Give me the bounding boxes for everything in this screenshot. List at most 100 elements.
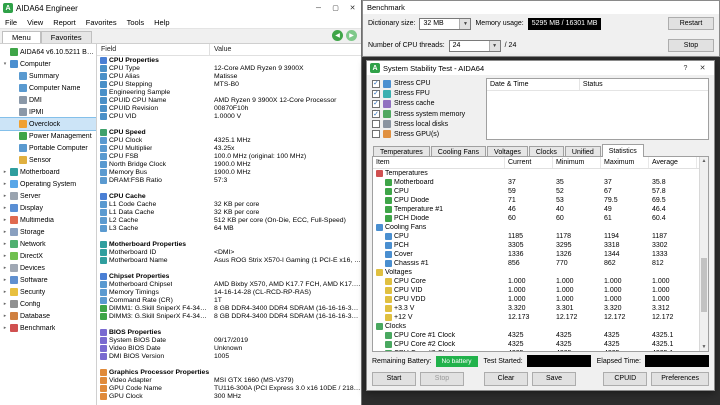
stress-option-stress-local-disks[interactable]: Stress local disks	[372, 120, 480, 129]
section-row[interactable]: CPU Speed	[97, 128, 361, 136]
tree-item-dmi[interactable]: DMI	[0, 94, 96, 106]
tree-item-computer-name[interactable]: Computer Name	[0, 82, 96, 94]
tree-item-database[interactable]: ▸ Database	[0, 310, 96, 322]
table-row[interactable]: DIMM1: G.Skill SniperX F4-3400C16-8GSXW 8…	[97, 304, 361, 312]
stress-option-stress-cpu[interactable]: ✓ Stress CPU	[372, 79, 480, 88]
table-row[interactable]: DIMM3: G.Skill SniperX F4-3400C16-8GSXW 8…	[97, 312, 361, 320]
table-row[interactable]: Engineering Sample	[97, 88, 361, 96]
preferences-button[interactable]: Preferences	[651, 371, 709, 386]
value-column-header[interactable]: Value	[210, 44, 361, 55]
stress-option-stress-gpu-s[interactable]: Stress GPU(s)	[372, 130, 480, 139]
tree-item-directx[interactable]: ▸ DirectX	[0, 250, 96, 262]
tree-item-storage[interactable]: ▸ Storage	[0, 226, 96, 238]
stats-row-cpu-vid[interactable]: CPU VID 1.000 1.000 1.000 1.000	[373, 286, 699, 295]
table-row[interactable]: CPUID Revision 00870F10h	[97, 104, 361, 112]
minimize-icon[interactable]: ─	[310, 0, 327, 16]
stats-row-cpu-core[interactable]: CPU Core 1.000 1.000 1.000 1.000	[373, 277, 699, 286]
section-row[interactable]: Graphics Processor Properties	[97, 368, 361, 376]
back-icon[interactable]: ◀	[332, 30, 343, 41]
tree-item-computer[interactable]: ▾ Computer	[0, 58, 96, 70]
help-icon[interactable]: ?	[677, 61, 694, 75]
section-row[interactable]: CPU Cache	[97, 192, 361, 200]
menu-view[interactable]: View	[22, 18, 48, 27]
table-row[interactable]: L2 Cache 512 KB per core (On-Die, ECC, Fu…	[97, 216, 361, 224]
table-row[interactable]: Memory Timings 14-16-14-28 (CL-RCD-RP-RAS…	[97, 288, 361, 296]
tree-item-security[interactable]: ▸ Security	[0, 286, 96, 298]
stats-group-voltages[interactable]: Voltages	[373, 268, 699, 277]
tree-item-multimedia[interactable]: ▸ Multimedia	[0, 214, 96, 226]
cpuid-button[interactable]: CPUID	[603, 371, 648, 386]
table-row[interactable]: GPU Clock 300 MHz	[97, 392, 361, 400]
dictionary-size-select[interactable]: 32 MB ▼	[419, 17, 472, 30]
table-row[interactable]: System BIOS Date 09/17/2019	[97, 336, 361, 344]
menu-tools[interactable]: Tools	[122, 18, 150, 27]
stats-row-cpu[interactable]: CPU 1185 1178 1194 1187	[373, 232, 699, 241]
tree-item-aida64-v6-10-5211-beta[interactable]: AIDA64 v6.10.5211 Beta	[0, 46, 96, 58]
tree-item-network[interactable]: ▸ Network	[0, 238, 96, 250]
table-row[interactable]: CPUID CPU Name AMD Ryzen 9 3900X 12-Core …	[97, 96, 361, 104]
close-icon[interactable]: ✕	[694, 61, 711, 75]
table-row[interactable]: L1 Data Cache 32 KB per core	[97, 208, 361, 216]
scroll-up-icon[interactable]: ▲	[700, 158, 708, 164]
tab-statistics[interactable]: Statistics	[601, 144, 644, 157]
table-row[interactable]: CPU FSB 100.0 MHz (original: 100 MHz)	[97, 152, 361, 160]
table-row[interactable]: GPU Code Name TU116-300A (PCI Express 3.0…	[97, 384, 361, 392]
table-row[interactable]: L3 Cache 64 MB	[97, 224, 361, 232]
stats-group-clocks[interactable]: Clocks	[373, 322, 699, 331]
chevron-down-icon[interactable]: ▼	[459, 18, 471, 29]
section-row[interactable]: CPU Properties	[97, 56, 361, 64]
section-row[interactable]: Chipset Properties	[97, 272, 361, 280]
stats-row-cpu-vdd[interactable]: CPU VDD 1.000 1.000 1.000 1.000	[373, 295, 699, 304]
table-row[interactable]: Motherboard Name Asus ROG Strix X570-I Ga…	[97, 256, 361, 264]
stress-option-stress-system-memory[interactable]: ✓ Stress system memory	[372, 110, 480, 119]
stats-row-cpu-diode[interactable]: CPU Diode 71 53 79.5 69.5	[373, 196, 699, 205]
stats-column-minimum[interactable]: Minimum	[553, 157, 601, 168]
tree-item-portable-computer[interactable]: Portable Computer	[0, 142, 96, 154]
checkbox-icon[interactable]: ✓	[372, 110, 380, 119]
table-row[interactable]: CPU Clock 4325.1 MHz	[97, 136, 361, 144]
stats-row-cover[interactable]: Cover 1336 1326 1344 1333	[373, 250, 699, 259]
vertical-scrollbar[interactable]: ▲ ▼	[699, 157, 708, 351]
table-row[interactable]: L1 Code Cache 32 KB per core	[97, 200, 361, 208]
table-row[interactable]: CPU Multiplier 43.25x	[97, 144, 361, 152]
table-row[interactable]: Video Adapter MSI GTX 1660 (MS-V379)	[97, 376, 361, 384]
scroll-down-icon[interactable]: ▼	[700, 344, 708, 350]
tab-menu[interactable]: Menu	[2, 31, 41, 43]
tree-item-power-management[interactable]: Power Management	[0, 130, 96, 142]
log-col-datetime[interactable]: Date & Time	[487, 79, 580, 90]
stats-column-average[interactable]: Average	[649, 157, 697, 168]
table-row[interactable]: Motherboard ID <DMI>	[97, 248, 361, 256]
tree-item-summary[interactable]: Summary	[0, 70, 96, 82]
scrollbar-thumb[interactable]	[701, 257, 707, 313]
close-icon[interactable]: ✕	[344, 0, 361, 16]
stats-column-maximum[interactable]: Maximum	[601, 157, 649, 168]
table-row[interactable]: DMI BIOS Version 1005	[97, 352, 361, 360]
forward-icon[interactable]: ▶	[346, 30, 357, 41]
chevron-down-icon[interactable]: ▼	[488, 40, 500, 51]
tree-item-ipmi[interactable]: IPMI	[0, 106, 96, 118]
stats-column-current[interactable]: Current	[505, 157, 553, 168]
table-row[interactable]: Memory Bus 1900.0 MHz	[97, 168, 361, 176]
checkbox-icon[interactable]	[372, 120, 380, 129]
field-column-header[interactable]: Field	[97, 44, 210, 55]
table-row[interactable]: DRAM:FSB Ratio 57:3	[97, 176, 361, 184]
stats-row-cpu-core-2-clock[interactable]: CPU Core #2 Clock 4325 4325 4325 4325.1	[373, 340, 699, 349]
save-button[interactable]: Save	[532, 371, 576, 386]
tree-item-operating-system[interactable]: ▸ Operating System	[0, 178, 96, 190]
stats-row-temperature-1[interactable]: Temperature #1 46 40 49 46.4	[373, 205, 699, 214]
tree-item-devices[interactable]: ▸ Devices	[0, 262, 96, 274]
stats-row-12-v[interactable]: +12 V 12.173 12.172 12.172 12.172	[373, 313, 699, 322]
stats-row-3-3-v[interactable]: +3.3 V 3.320 3.301 3.320 3.312	[373, 304, 699, 313]
checkbox-icon[interactable]: ✓	[372, 89, 380, 98]
stats-row-cpu-core-1-clock[interactable]: CPU Core #1 Clock 4325 4325 4325 4325.1	[373, 331, 699, 340]
restart-button[interactable]: Restart	[668, 17, 714, 30]
cpu-threads-select[interactable]: 24 ▼	[448, 39, 501, 52]
tree-item-display[interactable]: ▸ Display	[0, 202, 96, 214]
menu-file[interactable]: File	[0, 18, 22, 27]
stats-row-motherboard[interactable]: Motherboard 37 35 37 35.8	[373, 178, 699, 187]
menu-help[interactable]: Help	[149, 18, 174, 27]
stats-row-cpu-core-3-clock[interactable]: CPU Core #3 Clock4325432543254325.1	[373, 349, 699, 351]
log-col-status[interactable]: Status	[580, 79, 708, 90]
stats-row-pch[interactable]: PCH 3305 3295 3318 3302	[373, 241, 699, 250]
table-row[interactable]: Video BIOS Date Unknown	[97, 344, 361, 352]
